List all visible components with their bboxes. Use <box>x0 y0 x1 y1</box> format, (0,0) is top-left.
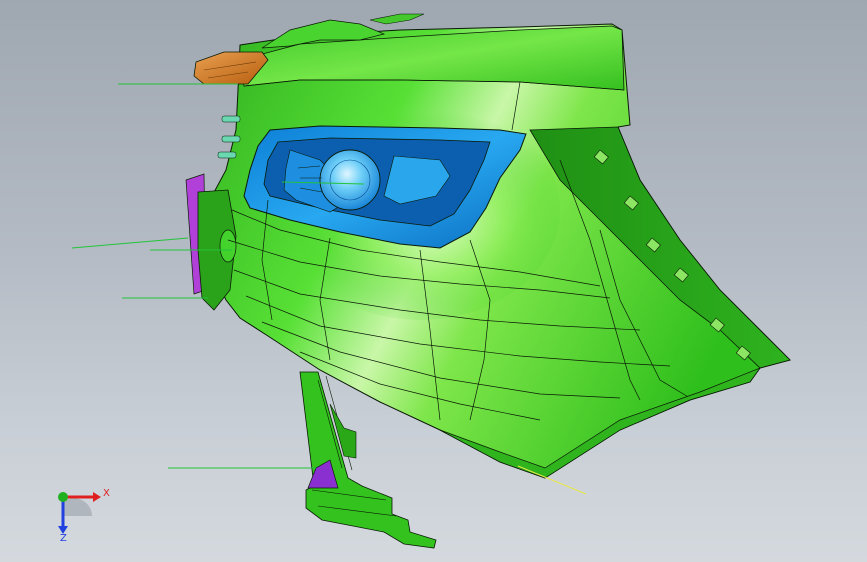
fog-lamp-lens[interactable] <box>319 149 381 211</box>
triad-z-label: Z <box>60 533 67 544</box>
top-clip-small <box>369 13 425 25</box>
left-mounting-clip-2 <box>221 135 241 143</box>
coordinate-triad: X Z <box>44 480 114 550</box>
bumper-model[interactable] <box>0 0 867 562</box>
left-mounting-clip-3 <box>217 151 237 159</box>
cad-viewport[interactable]: X Z <box>0 0 867 562</box>
leader-line-2 <box>71 237 189 249</box>
sensor-hole <box>219 229 237 263</box>
triad-x-label: X <box>103 488 110 499</box>
left-mounting-clip-1 <box>221 115 241 123</box>
